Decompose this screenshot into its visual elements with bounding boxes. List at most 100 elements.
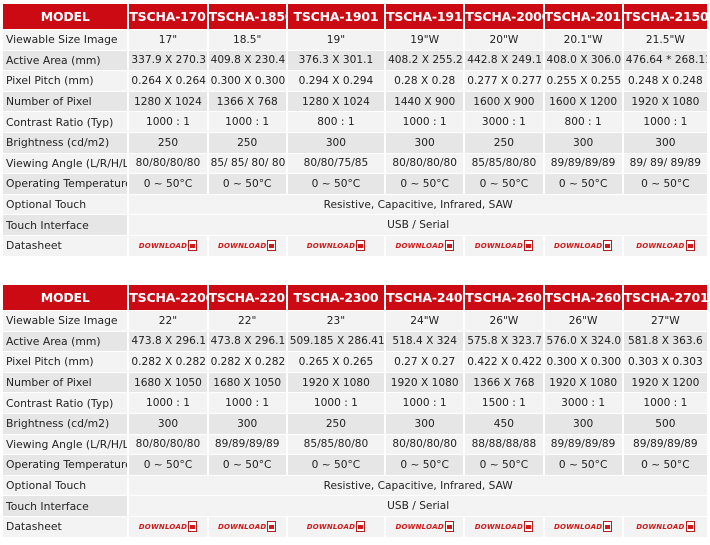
spec-value: 800 : 1 [287, 112, 385, 132]
spec-value: 0 ~ 50°C [129, 455, 207, 475]
pdf-icon[interactable] [444, 521, 454, 533]
spec-value: 1600 X 900 [465, 91, 543, 112]
spec-value: 473.8 X 296.1 [129, 331, 207, 352]
download-text[interactable]: DOWNLOAD [139, 242, 187, 250]
spec-value: 337.9 X 270.3 [129, 50, 207, 71]
download-text[interactable]: DOWNLOAD [636, 523, 684, 531]
model-name: TSCHA-1701 [129, 4, 207, 29]
download-text[interactable]: DOWNLOAD [396, 242, 444, 250]
download-text[interactable]: DOWNLOAD [554, 242, 602, 250]
spec-value: 0 ~ 50°C [623, 174, 707, 194]
spec-value: 0.264 X 0.264 [129, 71, 207, 91]
spec-value: 1680 X 1050 [129, 372, 207, 393]
spec-value: 19" [287, 30, 385, 50]
datasheet-row: Datasheet DOWNLOAD DOWNLOAD DOWNLOAD DOWNLOA… [3, 235, 707, 256]
download-text[interactable]: DOWNLOAD [139, 523, 187, 531]
pdf-icon[interactable] [188, 521, 198, 533]
model-name: TSCHA-2011 [544, 4, 622, 29]
pdf-icon[interactable] [685, 240, 695, 252]
spec-row: Operating Temperature 0 ~ 50°C 0 ~ 50°C 0 ~… [3, 174, 707, 194]
spec-value: 300 [208, 413, 286, 434]
pdf-icon[interactable] [267, 240, 277, 252]
spec-label: Operating Temperature [3, 174, 128, 194]
spec-row: Contrast Ratio (Typ) 1000 : 1 1000 : 1 800 … [3, 112, 707, 132]
spec-row: Viewable Size Image 17" 18.5" 19" 19"W 20"W 20… [3, 30, 707, 50]
download-link[interactable]: DOWNLOAD [636, 240, 695, 252]
touch-interface-row: Touch Interface USB / Serial [3, 215, 707, 235]
model-name: TSCHA-2602 [544, 285, 622, 310]
spec-row: Active Area (mm) 473.8 X 296.1 473.8 X 296… [3, 331, 707, 352]
spec-value: 300 [544, 132, 622, 153]
pdf-icon[interactable] [524, 240, 534, 252]
download-text[interactable]: DOWNLOAD [307, 523, 355, 531]
download-link[interactable]: DOWNLOAD [396, 521, 454, 533]
spec-value: 0.255 X 0.255 [544, 71, 622, 91]
spec-value: 476.64 * 268.11 [623, 50, 707, 71]
download-link[interactable]: DOWNLOAD [554, 521, 613, 533]
model-name: TSCHA-2200 [129, 285, 207, 310]
spec-value: 376.3 X 301.1 [287, 50, 385, 71]
model-name: TSCHA-2401 [386, 285, 464, 310]
download-link[interactable]: DOWNLOAD [636, 521, 695, 533]
pdf-icon[interactable] [603, 240, 613, 252]
spec-row: Pixel Pitch (mm) 0.264 X 0.264 0.300 X 0.3… [3, 71, 707, 91]
datasheet-cell: DOWNLOAD [208, 516, 286, 537]
spec-value: 0.277 X 0.277 [465, 71, 543, 91]
download-link[interactable]: DOWNLOAD [475, 521, 534, 533]
datasheet-cell: DOWNLOAD [623, 516, 707, 537]
download-link[interactable]: DOWNLOAD [475, 240, 534, 252]
pdf-icon[interactable] [524, 521, 534, 533]
download-link[interactable]: DOWNLOAD [554, 240, 613, 252]
download-text[interactable]: DOWNLOAD [554, 523, 602, 531]
spec-value: 300 [386, 132, 464, 153]
pdf-icon[interactable] [356, 521, 366, 533]
spec-value: 0.265 X 0.265 [287, 352, 385, 372]
datasheet-cell: DOWNLOAD [544, 516, 622, 537]
spec-value: 23" [287, 311, 385, 331]
download-link[interactable]: DOWNLOAD [139, 521, 198, 533]
download-link[interactable]: DOWNLOAD [139, 240, 198, 252]
download-link[interactable]: DOWNLOAD [218, 521, 277, 533]
pdf-icon[interactable] [188, 240, 198, 252]
pdf-icon[interactable] [267, 521, 277, 533]
spec-row: Viewing Angle (L/R/H/L) 80/80/80/80 89/89/… [3, 434, 707, 455]
spec-label: Number of Pixel [3, 91, 128, 112]
spec-value: 1000 : 1 [208, 112, 286, 132]
download-text[interactable]: DOWNLOAD [218, 242, 266, 250]
spec-row: Pixel Pitch (mm) 0.282 X 0.282 0.282 X 0.2… [3, 352, 707, 372]
download-link[interactable]: DOWNLOAD [307, 521, 366, 533]
spec-value: 408.2 X 255.2 [386, 50, 464, 71]
spec-label: Datasheet [3, 235, 128, 256]
spec-label: Optional Touch [3, 475, 128, 496]
download-text[interactable]: DOWNLOAD [218, 523, 266, 531]
spec-label: Touch Interface [3, 496, 128, 516]
pdf-icon[interactable] [444, 240, 454, 252]
spec-value: 27"W [623, 311, 707, 331]
pdf-icon[interactable] [356, 240, 366, 252]
spec-value: 0 ~ 50°C [465, 174, 543, 194]
download-link[interactable]: DOWNLOAD [307, 240, 366, 252]
spec-value: 1000 : 1 [208, 393, 286, 413]
spec-value: 17" [129, 30, 207, 50]
spec-value: 1280 X 1024 [129, 91, 207, 112]
spec-value: 85/ 85/ 80/ 80 [208, 153, 286, 174]
spec-value: 0.248 X 0.248 [623, 71, 707, 91]
download-text[interactable]: DOWNLOAD [396, 523, 444, 531]
download-text[interactable]: DOWNLOAD [636, 242, 684, 250]
pdf-icon[interactable] [603, 521, 613, 533]
download-text[interactable]: DOWNLOAD [307, 242, 355, 250]
pdf-icon[interactable] [685, 521, 695, 533]
spec-value: 1680 X 1050 [208, 372, 286, 393]
spec-value: 24"W [386, 311, 464, 331]
spec-value: 89/89/89/89 [544, 153, 622, 174]
spec-row: Active Area (mm) 337.9 X 270.3 409.8 X 230… [3, 50, 707, 71]
download-link[interactable]: DOWNLOAD [396, 240, 454, 252]
download-text[interactable]: DOWNLOAD [475, 523, 523, 531]
datasheet-cell: DOWNLOAD [208, 235, 286, 256]
download-link[interactable]: DOWNLOAD [218, 240, 277, 252]
spec-label: Operating Temperature [3, 455, 128, 475]
spec-value: 250 [465, 132, 543, 153]
download-text[interactable]: DOWNLOAD [475, 242, 523, 250]
optional-touch-value: Resistive, Capacitive, Infrared, SAW [129, 194, 707, 215]
datasheet-row: Datasheet DOWNLOAD DOWNLOAD DOWNLOAD DOWNLOA… [3, 516, 707, 537]
